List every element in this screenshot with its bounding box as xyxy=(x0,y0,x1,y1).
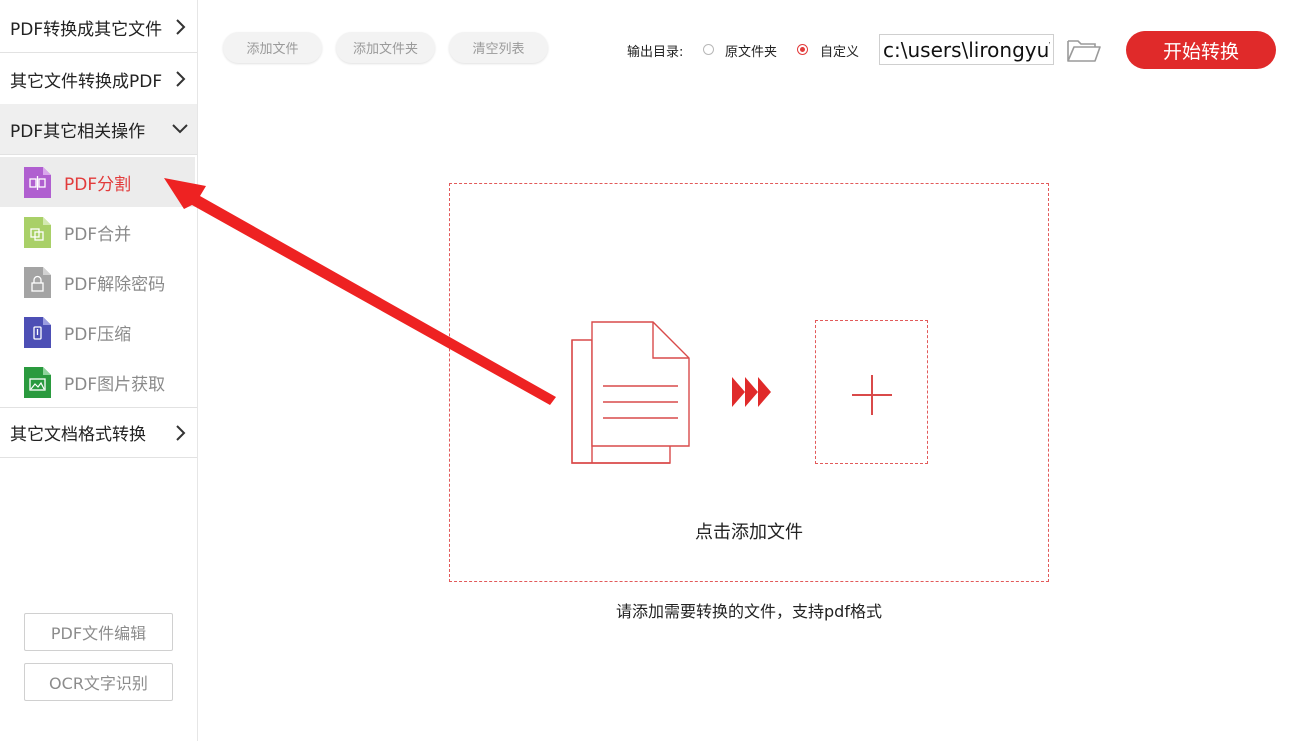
forward-arrows-icon xyxy=(732,377,771,407)
supported-format-hint: 请添加需要转换的文件，支持pdf格式 xyxy=(616,602,882,621)
sidebar-category-label: 其它文档格式转换 xyxy=(10,425,146,445)
chevron-right-icon xyxy=(176,19,186,35)
add-file-button[interactable]: 添加文件 xyxy=(223,32,322,63)
sidebar-item-pdf-unlock[interactable]: PDF解除密码 xyxy=(0,257,195,307)
sidebar-item-pdf-image-extract[interactable]: PDF图片获取 xyxy=(0,357,195,407)
start-conversion-button[interactable]: 开始转换 xyxy=(1126,31,1276,69)
sidebar-item-pdf-merge[interactable]: PDF合并 xyxy=(0,207,195,257)
radio-original-folder[interactable] xyxy=(703,44,714,55)
merge-file-icon xyxy=(24,216,51,248)
chevron-right-icon xyxy=(176,424,186,441)
sidebar-item-label: PDF合并 xyxy=(64,224,132,245)
sidebar-category-other-doc-formats[interactable]: 其它文档格式转换 xyxy=(0,407,197,458)
sidebar: PDF转换成其它文件 其它文件转换成PDF PDF其它相关操作 PDF分割 PD… xyxy=(0,0,198,741)
sidebar-item-pdf-compress[interactable]: PDF压缩 xyxy=(0,307,195,357)
sidebar-item-label: PDF压缩 xyxy=(64,324,132,345)
split-file-icon xyxy=(24,166,51,198)
sidebar-category-pdf-to-other[interactable]: PDF转换成其它文件 xyxy=(0,2,197,53)
sidebar-category-pdf-other-ops[interactable]: PDF其它相关操作 xyxy=(0,104,197,155)
chevron-down-icon xyxy=(172,124,188,134)
click-to-add-text[interactable]: 点击添加文件 xyxy=(449,518,1049,544)
output-directory-label: 输出目录: xyxy=(627,45,684,60)
sidebar-category-label: 其它文件转换成PDF xyxy=(10,71,163,92)
ocr-button-label: OCR文字识别 xyxy=(49,674,148,693)
sidebar-item-pdf-split[interactable]: PDF分割 xyxy=(0,157,195,207)
radio-custom-folder-label[interactable]: 自定义 xyxy=(820,41,859,60)
compress-file-icon xyxy=(24,316,51,348)
add-folder-button[interactable]: 添加文件夹 xyxy=(336,32,435,63)
radio-custom-folder[interactable] xyxy=(797,44,808,55)
pdf-edit-button-label: PDF文件编辑 xyxy=(50,624,147,643)
sidebar-item-label: PDF图片获取 xyxy=(64,374,166,395)
unlock-file-icon xyxy=(24,266,51,298)
chevron-right-icon xyxy=(176,71,186,87)
output-path-input[interactable] xyxy=(879,34,1054,65)
clear-list-button[interactable]: 清空列表 xyxy=(449,32,548,63)
plus-icon xyxy=(852,375,892,415)
sidebar-item-label: PDF解除密码 xyxy=(64,274,166,295)
sidebar-category-label: PDF其它相关操作 xyxy=(10,121,146,142)
sidebar-category-other-to-pdf[interactable]: 其它文件转换成PDF xyxy=(0,54,197,105)
folder-open-icon[interactable] xyxy=(1066,37,1102,63)
pdf-edit-button[interactable]: PDF文件编辑 xyxy=(24,613,173,651)
sidebar-category-label: PDF转换成其它文件 xyxy=(10,19,163,40)
image-file-icon xyxy=(24,366,51,398)
documents-icon xyxy=(571,321,690,464)
radio-original-folder-label[interactable]: 原文件夹 xyxy=(725,41,777,60)
ocr-button[interactable]: OCR文字识别 xyxy=(24,663,173,701)
sidebar-item-label: PDF分割 xyxy=(64,174,132,195)
add-file-target[interactable] xyxy=(815,320,928,464)
